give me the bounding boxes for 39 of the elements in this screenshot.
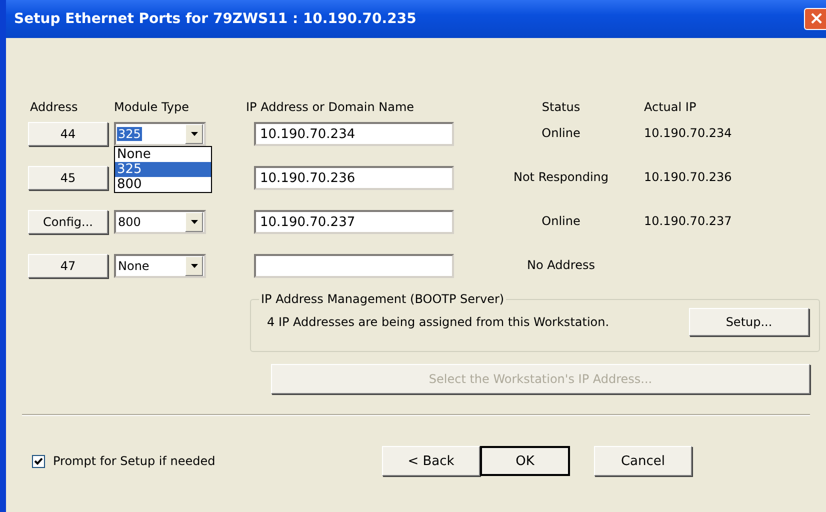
prompt-checkbox[interactable] bbox=[32, 454, 45, 468]
caret-icon bbox=[190, 220, 198, 224]
checkbox-label: Prompt for Setup if needed bbox=[53, 454, 216, 468]
actual-ip-text: 10.190.70.234 bbox=[644, 126, 732, 140]
status-text: Online bbox=[542, 214, 580, 228]
address-button[interactable]: 45 bbox=[28, 166, 108, 190]
column-header: Module Type bbox=[114, 100, 190, 114]
column-header: Address bbox=[29, 100, 79, 114]
column-header: IP Address or Domain Name bbox=[246, 100, 416, 114]
column-header: Actual IP bbox=[643, 100, 698, 114]
dialog-button[interactable]: < Back bbox=[382, 446, 480, 476]
dropdown-option[interactable]: None bbox=[115, 147, 211, 162]
setup-button[interactable]: Setup... bbox=[689, 308, 809, 336]
column-header: Status bbox=[540, 100, 582, 114]
address-button[interactable]: 44 bbox=[28, 122, 108, 146]
close-button[interactable]: × bbox=[804, 8, 826, 30]
module-type-dropdown[interactable]: None bbox=[114, 254, 206, 278]
actual-ip-text: 10.190.70.236 bbox=[644, 170, 732, 184]
bootp-message: 4 IP Addresses are being assigned from this Workstation. bbox=[267, 315, 610, 329]
dialog-button[interactable]: Cancel bbox=[594, 446, 692, 476]
caret-icon bbox=[190, 132, 198, 136]
window-title: Setup Ethernet Ports for 79ZWS11 : 10.190.70.235 bbox=[14, 11, 416, 27]
module-type-dropdown[interactable]: 325 bbox=[114, 122, 206, 146]
group-title: IP Address Management (BOOTP Server) bbox=[260, 292, 506, 306]
ip-address-field[interactable]: 10.190.70.234 bbox=[254, 122, 454, 146]
dropdown-option[interactable]: 325 bbox=[115, 162, 211, 177]
status-text: Online bbox=[542, 126, 580, 140]
ip-address-field[interactable]: 10.190.70.236 bbox=[254, 166, 454, 190]
ip-address-field[interactable]: 10.190.70.237 bbox=[254, 210, 454, 234]
module-type-dropdown[interactable]: 800 bbox=[114, 210, 206, 234]
status-text: No Address bbox=[527, 258, 595, 272]
ip-address-field[interactable] bbox=[254, 254, 454, 278]
dropdown-option[interactable]: 800 bbox=[115, 177, 211, 192]
status-text: Not Responding bbox=[513, 170, 608, 184]
dialog-button[interactable]: OK bbox=[480, 446, 570, 476]
address-button[interactable]: Config... bbox=[28, 210, 108, 234]
address-button[interactable]: 47 bbox=[28, 254, 108, 278]
caret-icon bbox=[190, 264, 198, 268]
actual-ip-text: 10.190.70.237 bbox=[644, 214, 732, 228]
